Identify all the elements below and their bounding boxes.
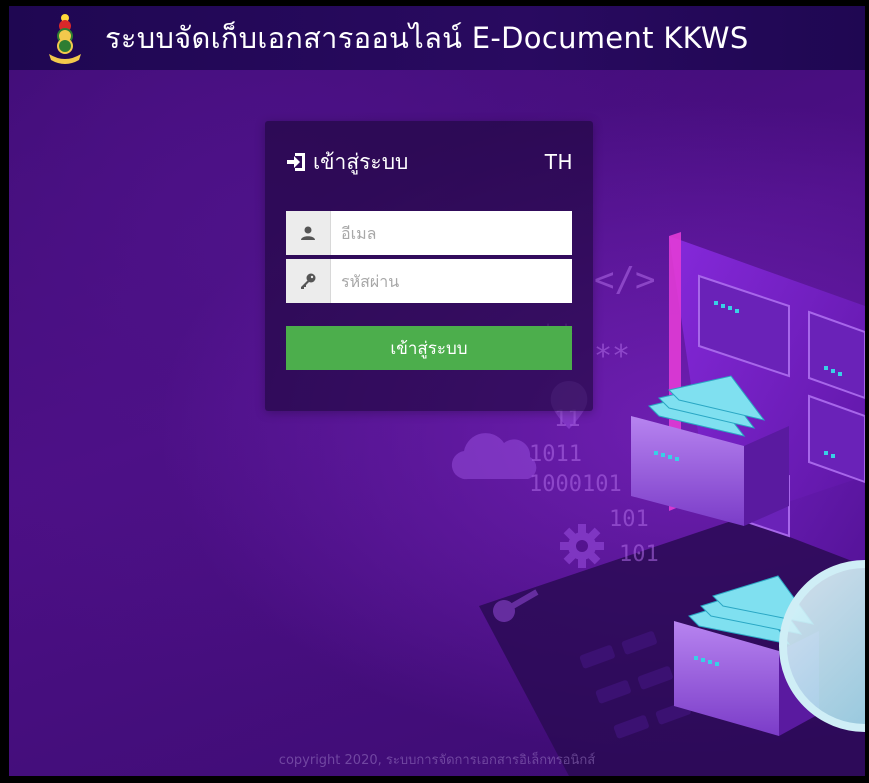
key-icon [286, 259, 331, 303]
footer-copyright: copyright 2020, ระบบการจัดการเอกสารอิเล็… [278, 752, 596, 768]
svg-text:1011: 1011 [529, 442, 582, 467]
login-card: เข้าสู่ระบบ TH อีเมล เข้าสู่ระบบ [265, 121, 593, 411]
school-emblem-icon [49, 14, 81, 64]
login-heading: เข้าสู่ระบบ [285, 146, 408, 179]
login-page: </> ** ** 11 1011 1000101 101 101 [9, 6, 865, 776]
svg-text:101: 101 [609, 507, 649, 532]
sign-in-icon [287, 153, 305, 171]
email-input[interactable] [331, 212, 572, 254]
password-input[interactable] [331, 260, 572, 302]
login-card-header: เข้าสู่ระบบ TH [285, 145, 573, 179]
email-field [286, 211, 572, 255]
svg-text:</>: </> [594, 260, 655, 300]
password-field [286, 259, 572, 303]
svg-text:**: ** [594, 339, 630, 374]
login-button[interactable]: เข้าสู่ระบบ [286, 326, 572, 370]
svg-text:1000101: 1000101 [529, 472, 622, 497]
app-title: ระบบจัดเก็บเอกสารออนไลน์ E-Document KKWS [105, 21, 749, 55]
language-switch[interactable]: TH [545, 150, 573, 174]
app-header: ระบบจัดเก็บเอกสารออนไลน์ E-Document KKWS [9, 6, 865, 70]
svg-text:101: 101 [619, 542, 659, 567]
browser-frame: </> ** ** 11 1011 1000101 101 101 [0, 0, 869, 783]
login-heading-text: เข้าสู่ระบบ [313, 149, 409, 174]
user-icon [286, 211, 331, 255]
